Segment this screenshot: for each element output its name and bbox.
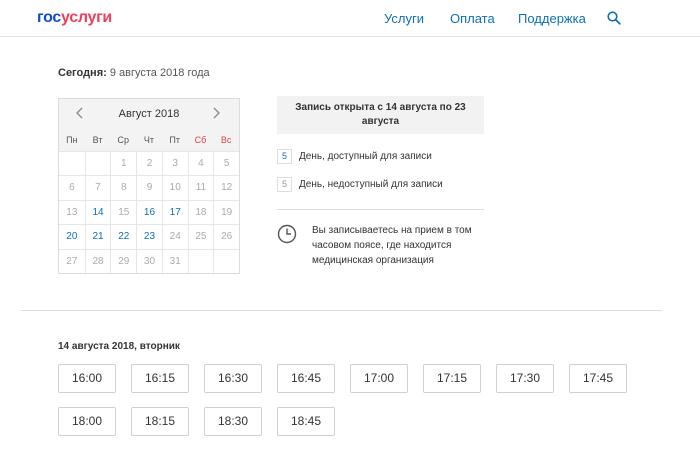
calendar-day: 30 <box>136 248 162 273</box>
time-slot-button[interactable]: 18:15 <box>131 407 189 436</box>
calendar-header: Август 2018 <box>59 99 239 129</box>
time-slot-button[interactable]: 18:00 <box>58 407 116 436</box>
section-divider <box>21 310 662 311</box>
calendar-day: 12 <box>213 175 239 200</box>
calendar-day: 5 <box>213 151 239 176</box>
calendar-day[interactable]: 16 <box>136 199 162 225</box>
time-slot-button[interactable]: 17:45 <box>569 364 627 393</box>
calendar-day: 28 <box>84 248 111 273</box>
calendar-day: 13 <box>59 199 85 224</box>
nav-support[interactable]: Поддержка <box>518 11 586 26</box>
today-line: Сегодня: 9 августа 2018 года <box>58 67 210 79</box>
clock-icon <box>277 224 297 244</box>
calendar-day: 31 <box>161 248 188 273</box>
logo[interactable]: госуслуги <box>37 9 112 27</box>
legend-unavailable-label: День, недоступный для записи <box>299 179 443 191</box>
weekday-label: Пт <box>169 135 180 145</box>
legend-available-label: День, доступный для записи <box>299 151 432 163</box>
nav-services[interactable]: Услуги <box>384 11 424 26</box>
calendar-day: 25 <box>187 224 214 249</box>
calendar-day: 10 <box>161 175 188 200</box>
weekday-label: Ср <box>117 135 130 145</box>
calendar-day: 7 <box>84 175 111 200</box>
calendar-day[interactable]: 22 <box>110 224 137 249</box>
calendar-day: 1 <box>110 151 137 176</box>
legend-unavailable: 5 День, недоступный для записи <box>277 177 443 192</box>
calendar-day: 4 <box>187 151 214 176</box>
calendar-day[interactable]: 14 <box>84 199 111 225</box>
calendar-day: 11 <box>187 175 214 200</box>
calendar-day: 6 <box>59 175 85 199</box>
calendar-empty-cell <box>187 248 214 273</box>
calendar-empty-cell <box>59 151 85 175</box>
calendar-day: 3 <box>161 151 188 176</box>
calendar-empty-cell <box>84 151 111 176</box>
time-slot-button[interactable]: 16:45 <box>277 364 335 393</box>
weekday-label: Пн <box>66 135 78 145</box>
time-slot-button[interactable]: 18:30 <box>204 407 262 436</box>
slots-date-title: 14 августа 2018, вторник <box>58 341 180 352</box>
legend-unavailable-sample: 5 <box>277 177 292 192</box>
legend-available: 5 День, доступный для записи <box>277 149 432 164</box>
divider <box>277 209 484 210</box>
chevron-right-icon[interactable] <box>209 106 223 120</box>
time-slot-button[interactable]: 16:00 <box>58 364 116 393</box>
header: госуслуги Услуги Оплата Поддержка <box>0 0 700 37</box>
record-open-notice: Запись открыта с 14 августа по 23 август… <box>277 96 484 134</box>
calendar-day: 15 <box>110 199 137 225</box>
calendar-day: 26 <box>213 224 239 249</box>
calendar-days: 1 2 3 4 5 6 7 8 9 10 11 12 13 14 15 16 17 18 19 20 21 22 23 24 2… <box>59 151 239 273</box>
calendar-day: 2 <box>136 151 162 176</box>
calendar: Август 2018 Пн Вт Ср Чт Пт Сб Вс 1 2 3 4 5 6 7 8 9 10 11… <box>58 98 240 274</box>
time-slot-button[interactable]: 16:15 <box>131 364 189 393</box>
calendar-day: 24 <box>161 224 188 249</box>
calendar-day[interactable]: 17 <box>161 199 188 225</box>
legend-available-sample: 5 <box>277 149 292 164</box>
calendar-weekdays: Пн Вт Ср Чт Пт Сб Вс <box>59 129 239 151</box>
calendar-empty-cell <box>213 248 239 273</box>
time-slot-button[interactable]: 17:15 <box>423 364 481 393</box>
search-icon[interactable] <box>607 11 621 25</box>
logo-part-uslugi: услуги <box>61 9 112 26</box>
time-slot-button[interactable]: 16:30 <box>204 364 262 393</box>
calendar-day: 18 <box>187 199 214 225</box>
calendar-day[interactable]: 23 <box>136 224 162 249</box>
timezone-note: Вы записываетесь на прием в том часовом … <box>312 225 472 266</box>
calendar-day: 9 <box>136 175 162 200</box>
today-label: Сегодня: <box>58 67 107 79</box>
calendar-day: 19 <box>213 199 239 225</box>
calendar-day: 8 <box>110 175 137 200</box>
calendar-day[interactable]: 20 <box>59 224 85 248</box>
calendar-day[interactable]: 21 <box>84 224 111 249</box>
weekday-label: Вт <box>92 135 103 145</box>
weekday-label: Чт <box>143 135 155 145</box>
nav-payment[interactable]: Оплата <box>450 11 495 26</box>
time-slot-button[interactable]: 17:00 <box>350 364 408 393</box>
calendar-day: 27 <box>59 248 85 273</box>
time-slot-button[interactable]: 18:45 <box>277 407 335 436</box>
weekday-label: Сб <box>194 135 207 145</box>
calendar-day: 29 <box>110 248 137 273</box>
today-value: 9 августа 2018 года <box>109 67 210 79</box>
time-slot-button[interactable]: 17:30 <box>496 364 554 393</box>
logo-part-gos: гос <box>37 9 62 26</box>
weekday-label: Вс <box>220 135 232 145</box>
